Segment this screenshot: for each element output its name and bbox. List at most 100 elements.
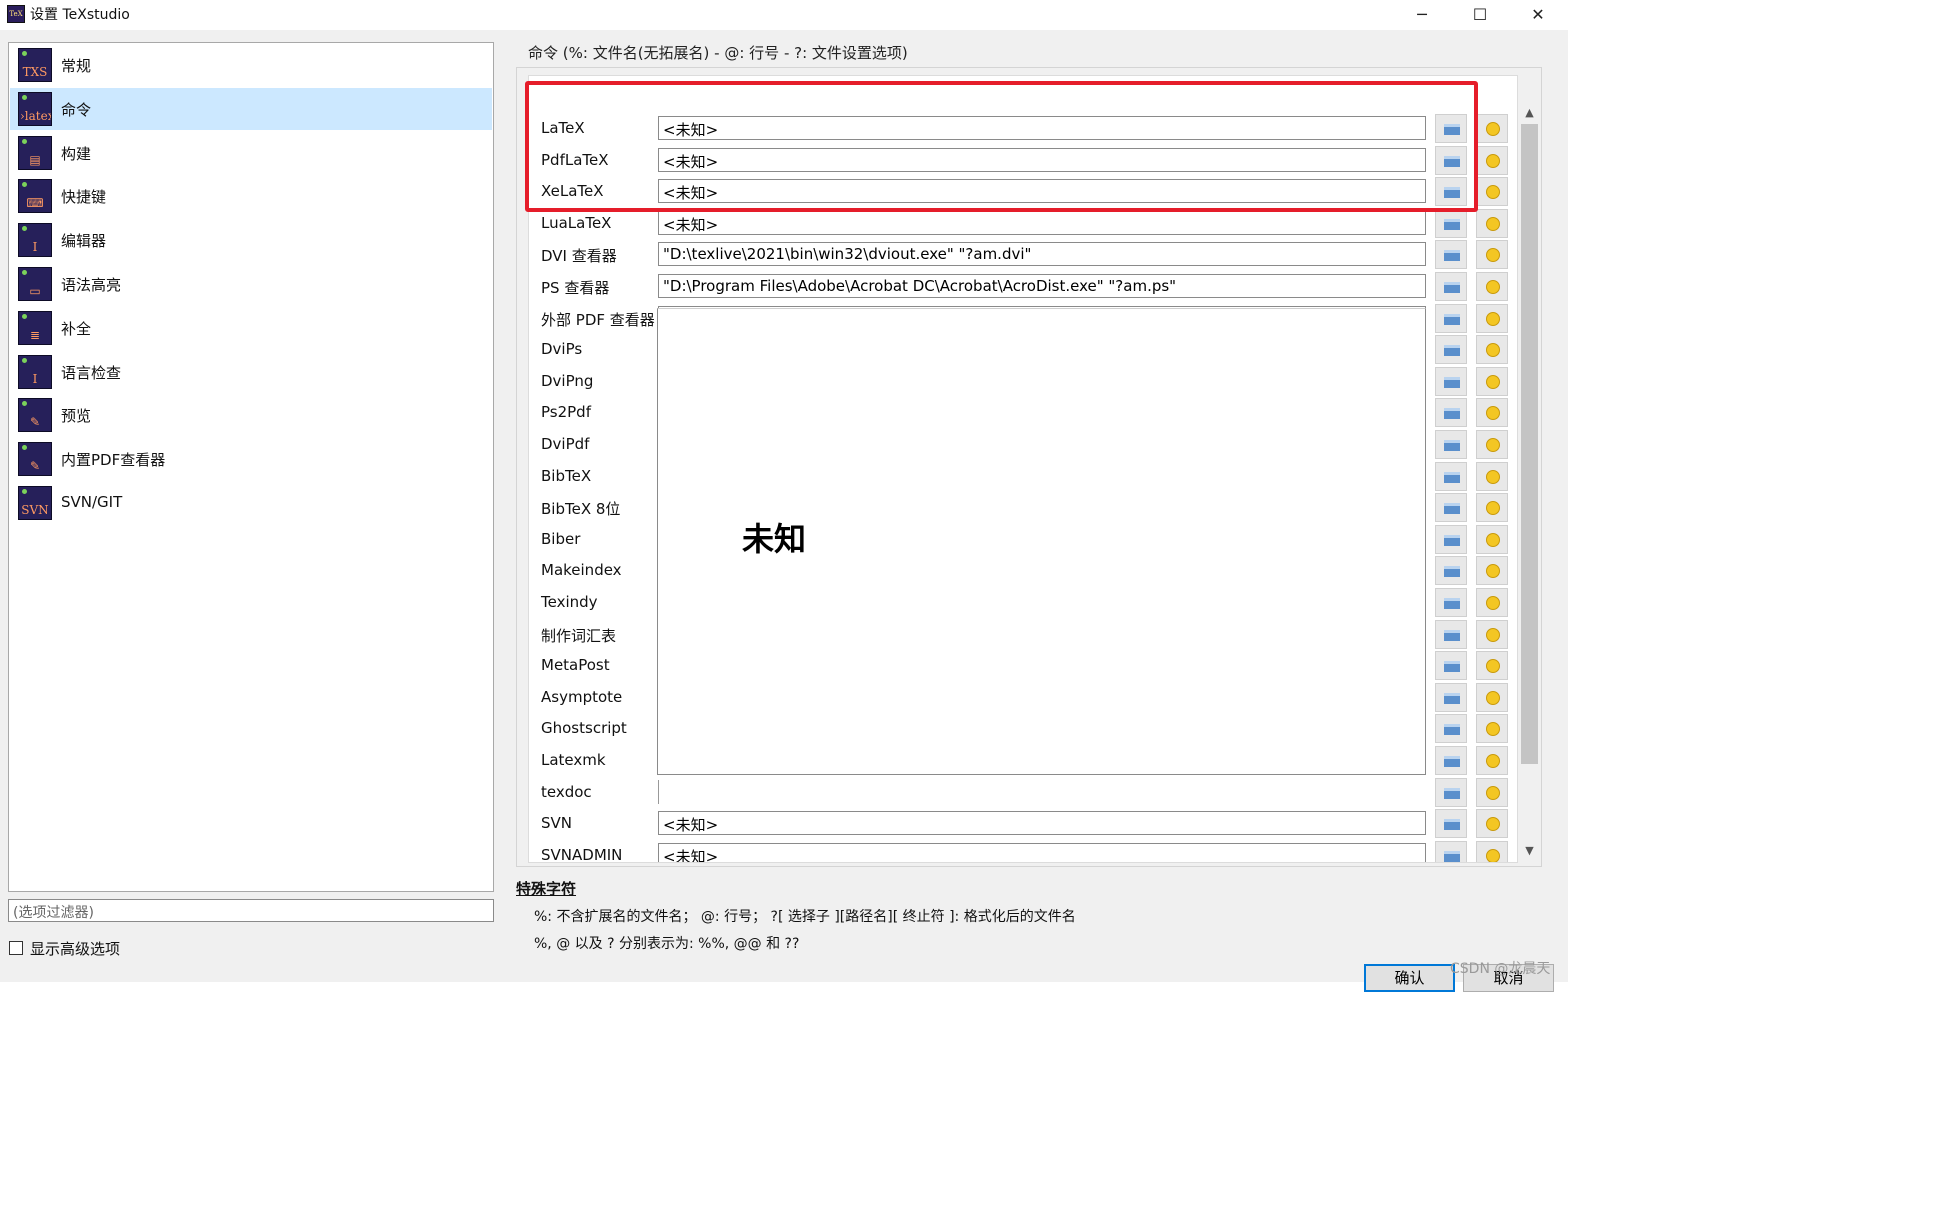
browse-button[interactable]	[1435, 398, 1467, 428]
folder-icon	[1444, 313, 1460, 325]
reset-default-button[interactable]	[1476, 461, 1508, 491]
reset-default-button[interactable]	[1476, 588, 1508, 617]
undo-icon	[1486, 627, 1500, 642]
sidebar-item-label: 语法高亮	[61, 276, 122, 294]
browse-button[interactable]	[1435, 335, 1467, 365]
browse-button[interactable]	[1435, 524, 1467, 554]
sidebar-item-label: 内置PDF查看器	[61, 451, 166, 470]
command-path-input[interactable]: <未知>	[658, 811, 1426, 836]
command-label: DviPdf	[541, 435, 590, 453]
undo-icon	[1486, 406, 1500, 421]
sidebar-item[interactable]: ⌨ 快捷键	[10, 175, 492, 217]
special-characters-heading: 特殊字符	[516, 880, 577, 898]
reset-default-button[interactable]	[1476, 177, 1508, 207]
browse-button[interactable]	[1435, 746, 1467, 775]
sidebar-item[interactable]: SVN SVN/GIT	[10, 482, 492, 524]
sidebar-item-label: 构建	[61, 144, 92, 163]
reset-default-button[interactable]	[1476, 208, 1508, 238]
browse-button[interactable]	[1435, 493, 1467, 523]
command-path-input[interactable]: <未知>	[658, 842, 1426, 862]
sidebar-item[interactable]: TXS 常规	[10, 44, 492, 86]
browse-button[interactable]	[1435, 272, 1467, 301]
reset-default-button[interactable]	[1476, 714, 1508, 744]
browse-button[interactable]	[1435, 809, 1467, 839]
reset-default-button[interactable]	[1476, 746, 1508, 775]
sidebar-item[interactable]: I 编辑器	[10, 219, 492, 261]
command-path-input[interactable]: "D:\Program Files\Adobe\Acrobat DC\Acrob…	[658, 274, 1426, 298]
show-advanced-options-checkbox[interactable]	[9, 941, 23, 955]
folder-icon	[1444, 566, 1460, 578]
reset-default-button[interactable]	[1476, 493, 1508, 523]
reset-default-button[interactable]	[1476, 651, 1508, 681]
command-path-input[interactable]: <未知>	[658, 210, 1426, 235]
browse-button[interactable]	[1435, 777, 1467, 807]
scroll-up-arrow-icon[interactable]: ▲	[1519, 104, 1540, 122]
reset-default-button[interactable]	[1476, 556, 1508, 586]
sidebar-item[interactable]: ▤ 构建	[10, 132, 492, 174]
browse-button[interactable]	[1435, 619, 1467, 649]
command-label: DVI 查看器	[541, 247, 617, 266]
browse-button[interactable]	[1435, 651, 1467, 681]
reset-default-button[interactable]	[1476, 366, 1508, 396]
browse-button[interactable]	[1435, 588, 1467, 617]
reset-default-button[interactable]	[1476, 114, 1508, 143]
undo-icon	[1486, 785, 1500, 800]
sidebar-item[interactable]: ≣ 补全	[10, 307, 492, 349]
reset-default-button[interactable]	[1476, 398, 1508, 428]
command-label: DviPs	[541, 340, 583, 359]
options-filter-input[interactable]: (选项过滤器)	[8, 899, 494, 922]
reset-default-button[interactable]	[1476, 524, 1508, 554]
reset-default-button[interactable]	[1476, 430, 1508, 459]
folder-icon	[1444, 598, 1460, 609]
scrollbar-thumb[interactable]	[1521, 124, 1538, 764]
command-path-input[interactable]	[658, 779, 667, 804]
maximize-button[interactable]: ☐	[1451, 0, 1509, 30]
reset-default-button[interactable]	[1476, 777, 1508, 807]
settings-category-list[interactable]: TXS 常规 ›latex 命令 ▤ 构建 ⌨ 快捷键 I 编辑器 ▭ 语法高亮 ≣ 补全 I 语言检查 ✎ 预览…	[8, 42, 494, 892]
keyboard-shortcut-icon: ⌨	[18, 179, 52, 214]
browse-button[interactable]	[1435, 366, 1467, 396]
reset-default-button[interactable]	[1476, 240, 1508, 270]
command-label: SVN	[541, 814, 573, 833]
sidebar-item[interactable]: ▭ 语法高亮	[10, 263, 492, 305]
command-label: texdoc	[541, 782, 592, 801]
commands-scrollbar[interactable]: ▲ ▼	[1519, 104, 1540, 860]
ok-button[interactable]: 确认	[1364, 964, 1455, 992]
folder-icon	[1444, 440, 1460, 451]
browse-button[interactable]	[1435, 208, 1467, 238]
command-label: 制作词汇表	[541, 626, 617, 645]
browse-button[interactable]	[1435, 840, 1467, 862]
reset-default-button[interactable]	[1476, 335, 1508, 365]
reset-default-button[interactable]	[1476, 682, 1508, 712]
minimize-button[interactable]: ─	[1393, 0, 1451, 30]
browse-button[interactable]	[1435, 714, 1467, 744]
scroll-down-arrow-icon[interactable]: ▼	[1519, 842, 1540, 860]
reset-default-button[interactable]	[1476, 145, 1508, 175]
sidebar-item[interactable]: ✎ 内置PDF查看器	[10, 438, 492, 480]
browse-button[interactable]	[1435, 430, 1467, 459]
sidebar-item[interactable]: ›latex 命令	[10, 87, 492, 130]
sidebar-item[interactable]: I 语言检查	[10, 351, 492, 393]
command-label: BibTeX 8位	[541, 500, 621, 519]
reset-default-button[interactable]	[1476, 840, 1508, 862]
browse-button[interactable]	[1435, 240, 1467, 270]
browse-button[interactable]	[1435, 461, 1467, 491]
preview-icon: ✎	[18, 398, 52, 433]
undo-icon	[1486, 848, 1500, 862]
close-button[interactable]: ✕	[1509, 0, 1567, 30]
undo-icon	[1486, 280, 1500, 294]
browse-button[interactable]	[1435, 556, 1467, 586]
reset-default-button[interactable]	[1476, 809, 1508, 839]
browse-button[interactable]	[1435, 303, 1467, 333]
command-path-input[interactable]: "D:\texlive\2021\bin\win32\dviout.exe" "…	[658, 242, 1426, 267]
reset-default-button[interactable]	[1476, 303, 1508, 333]
sidebar-item-label: 语言检查	[61, 363, 122, 382]
reset-default-button[interactable]	[1476, 619, 1508, 649]
special-characters-line-1: %: 不含扩展名的文件名； @: 行号； ?[ 选择子 ][路径名][ 终止符 …	[534, 909, 1076, 925]
sidebar-item[interactable]: ✎ 预览	[10, 394, 492, 436]
reset-default-button[interactable]	[1476, 272, 1508, 301]
undo-icon	[1486, 596, 1500, 610]
sidebar-item-label: 命令	[61, 100, 92, 119]
folder-icon	[1444, 692, 1460, 704]
browse-button[interactable]	[1435, 682, 1467, 712]
